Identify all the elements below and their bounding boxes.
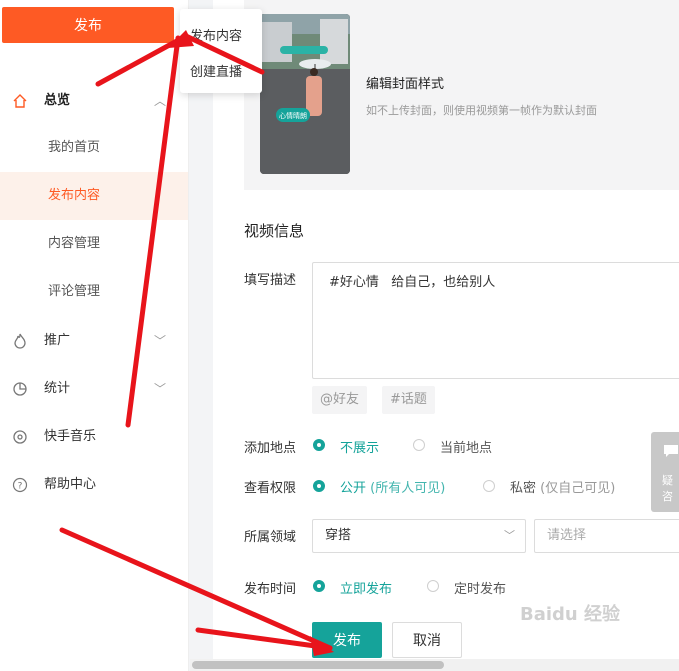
domain-label: 所属领域	[244, 530, 297, 545]
sidebar-group-label: 快手音乐	[44, 429, 97, 444]
permission-public-text: 公开	[340, 481, 367, 496]
cover-edit-title[interactable]: 编辑封面样式	[366, 73, 444, 92]
location-current-radio[interactable]	[413, 439, 425, 451]
permission-public-radio[interactable]	[313, 480, 325, 492]
permission-private-text: 私密	[510, 481, 537, 496]
description-textarea[interactable]: #好心情 给自己，也给别人	[312, 262, 679, 379]
description-label: 填写描述	[244, 273, 297, 288]
flame-icon	[11, 332, 29, 350]
menu-item-create-live[interactable]: 创建直播	[190, 61, 242, 80]
help-circle-icon: ?	[11, 476, 29, 494]
sidebar-group-help[interactable]: ? 帮助中心	[0, 461, 188, 509]
sidebar-item-content-management[interactable]: 内容管理	[0, 220, 188, 268]
floating-help-text-1: 疑	[662, 474, 673, 487]
svg-text:?: ?	[18, 482, 23, 492]
publish-scheduled-radio[interactable]	[427, 580, 439, 592]
horizontal-scrollbar[interactable]	[190, 659, 679, 671]
scrollbar-thumb[interactable]	[192, 661, 444, 669]
subdomain-select[interactable]: 请选择	[534, 519, 679, 553]
sidebar-item-home[interactable]: 我的首页	[0, 124, 188, 172]
sidebar-item-publish-content[interactable]: 发布内容	[0, 172, 188, 220]
publish-now-label[interactable]: 立即发布	[340, 578, 392, 597]
chat-bubble-icon	[664, 445, 678, 457]
permission-public-sub: (所有人可见)	[370, 481, 446, 496]
domain-select[interactable]: 穿搭 ﹀	[312, 519, 526, 553]
chevron-down-icon: ﹀	[504, 529, 515, 542]
add-topic-button[interactable]: #话题	[382, 386, 435, 414]
cover-hint-text: 如不上传封面，则使用视频第一帧作为默认封面	[366, 104, 597, 117]
location-label: 添加地点	[244, 441, 297, 456]
chevron-down-icon: ﹀	[154, 382, 167, 396]
publish-dropdown-menu: 发布内容 创建直播	[180, 9, 262, 93]
floating-help-text-2: 咨	[662, 490, 673, 503]
permission-private-radio[interactable]	[483, 480, 495, 492]
cancel-button[interactable]: 取消	[392, 622, 462, 658]
sidebar-group-statistics[interactable]: 统计 ﹀	[0, 365, 188, 413]
video-info-title: 视频信息	[244, 222, 305, 240]
publish-time-label: 发布时间	[244, 582, 297, 597]
sidebar-group-label: 总览	[44, 93, 71, 108]
floating-help-widget[interactable]: 疑 咨	[651, 432, 679, 512]
description-text: #好心情 给自己，也给别人	[329, 275, 496, 290]
video-cover-thumbnail[interactable]: 心情晴朗	[260, 14, 350, 174]
publish-now-radio[interactable]	[313, 580, 325, 592]
watermark: Baidu 经验	[520, 604, 621, 625]
thumbnail-caption: 心情晴朗	[279, 111, 307, 120]
chevron-down-icon: ﹀	[154, 334, 167, 348]
sidebar: 发布 总览 ︿ 我的首页 发布内容 内容管理 评论管理 推广 ﹀ 统计 ﹀ 快手…	[0, 0, 189, 671]
pie-chart-icon	[11, 380, 29, 398]
subdomain-select-placeholder: 请选择	[547, 528, 587, 543]
permission-private-label[interactable]: 私密 (仅自己可见)	[510, 477, 615, 496]
home-icon	[11, 92, 29, 110]
sidebar-item-comment-management[interactable]: 评论管理	[0, 268, 188, 316]
domain-select-value: 穿搭	[325, 528, 352, 543]
location-hide-label[interactable]: 不展示	[340, 437, 379, 456]
location-current-label[interactable]: 当前地点	[440, 437, 492, 456]
chevron-up-icon: ︿	[154, 94, 167, 108]
sidebar-group-music[interactable]: 快手音乐	[0, 413, 188, 461]
sidebar-item-label: 评论管理	[48, 284, 101, 299]
sidebar-group-label: 帮助中心	[44, 477, 97, 492]
location-hide-radio[interactable]	[313, 439, 325, 451]
publish-scheduled-label[interactable]: 定时发布	[454, 578, 506, 597]
sidebar-publish-button[interactable]: 发布	[2, 7, 174, 43]
submit-publish-button[interactable]: 发布	[312, 622, 382, 658]
mention-friend-button[interactable]: @好友	[312, 386, 368, 414]
music-disc-icon	[11, 428, 29, 446]
sidebar-group-overview[interactable]: 总览 ︿	[0, 77, 188, 125]
sidebar-group-label: 推广	[44, 333, 71, 348]
sidebar-item-label: 发布内容	[48, 188, 101, 203]
sidebar-item-label: 内容管理	[48, 236, 101, 251]
permission-private-sub: (仅自己可见)	[540, 481, 616, 496]
sidebar-item-label: 我的首页	[48, 140, 101, 155]
permission-label: 查看权限	[244, 481, 297, 496]
sidebar-group-promotion[interactable]: 推广 ﹀	[0, 317, 188, 365]
permission-public-label[interactable]: 公开 (所有人可见)	[340, 477, 445, 496]
sidebar-group-label: 统计	[44, 381, 71, 396]
menu-item-publish-content[interactable]: 发布内容	[190, 25, 242, 44]
